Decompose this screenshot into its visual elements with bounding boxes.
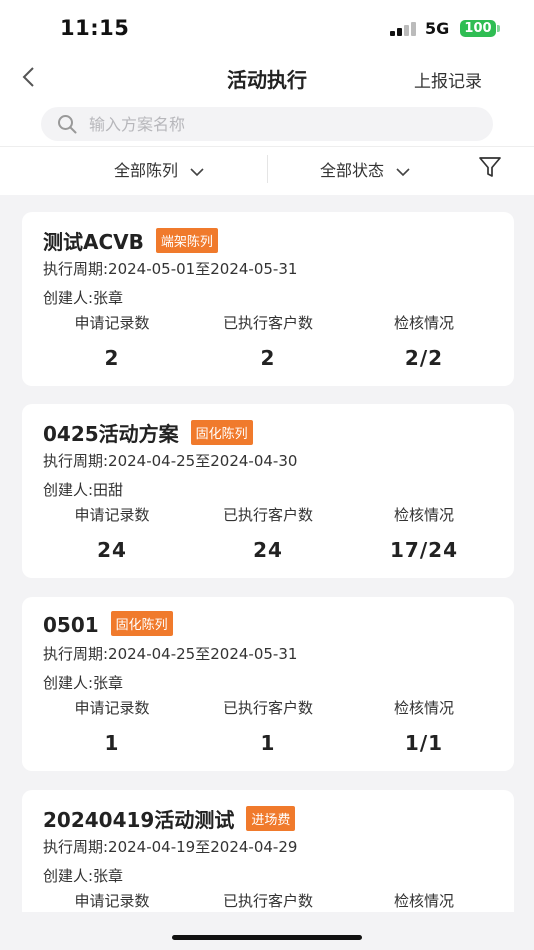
plan-card[interactable]: 测试ACVB 端架陈列 执行周期:2024-05-01至2024-05-31 创建…	[22, 212, 514, 386]
stat-customers: 已执行客户数 2	[188, 312, 348, 370]
plan-creator: 创建人:张章	[43, 867, 124, 885]
stat-customers-label: 已执行客户数	[222, 314, 313, 332]
report-records-link[interactable]: 上报记录	[414, 67, 482, 92]
search-icon	[58, 115, 77, 134]
plan-type-tag: 固化陈列	[110, 611, 173, 636]
plan-title-text: 测试ACVB	[43, 230, 144, 254]
stat-check-value: 17/24	[390, 538, 458, 562]
plan-title: 测试ACVB 端架陈列	[43, 226, 218, 255]
status-filter-label: 全部状态	[320, 161, 385, 180]
stat-records: 申请记录数	[32, 890, 192, 912]
nav-bar: 活动执行 上报记录	[0, 56, 534, 100]
stat-customers-value: 24	[253, 538, 283, 562]
search-input[interactable]	[89, 107, 479, 141]
stat-records-label: 申请记录数	[74, 506, 150, 524]
plan-type-tag: 进场费	[246, 806, 296, 831]
stat-check: 检核情况 2/2	[344, 312, 504, 370]
stat-customers-label: 已执行客户数	[222, 699, 313, 717]
plan-title: 20240419活动测试 进场费	[43, 804, 296, 833]
plan-creator: 创建人:张章	[43, 674, 124, 692]
stat-check-value: 2/2	[404, 346, 444, 370]
search-bar[interactable]	[41, 107, 493, 141]
network-label: 5G	[425, 19, 450, 38]
status-bar: 11:15 5G 100	[0, 0, 534, 56]
stat-records-value: 2	[104, 346, 120, 370]
filter-separator	[267, 155, 268, 183]
stat-customers: 已执行客户数 24	[188, 504, 348, 562]
plan-title-text: 0425活动方案	[43, 422, 179, 446]
plan-title-text: 0501	[43, 613, 99, 637]
plan-creator: 创建人:张章	[43, 289, 124, 307]
plan-type-tag: 固化陈列	[190, 420, 253, 445]
stat-customers: 已执行客户数	[188, 890, 348, 912]
stat-customers-label: 已执行客户数	[222, 506, 313, 524]
stat-records-label: 申请记录数	[74, 699, 150, 717]
plan-card[interactable]: 20240419活动测试 进场费 执行周期:2024-04-19至2024-04-…	[22, 790, 514, 912]
stat-check: 检核情况 1/1	[344, 697, 504, 755]
plan-card[interactable]: 0501 固化陈列 执行周期:2024-04-25至2024-05-31 创建人:…	[22, 597, 514, 771]
status-filter-dropdown[interactable]: 全部状态	[320, 157, 410, 181]
display-filter-label: 全部陈列	[114, 161, 179, 180]
stat-records-value: 24	[97, 538, 127, 562]
signal-icon	[390, 22, 418, 36]
stat-check-label: 检核情况	[393, 699, 454, 717]
home-indicator[interactable]	[172, 935, 362, 940]
plan-type-tag: 端架陈列	[155, 228, 218, 253]
chevron-down-icon	[190, 167, 204, 176]
battery-cap	[497, 25, 500, 32]
stat-check-label: 检核情况	[393, 314, 454, 332]
plan-title-text: 20240419活动测试	[43, 808, 235, 832]
stat-records-label: 申请记录数	[74, 892, 150, 910]
filter-icon[interactable]	[478, 155, 502, 179]
stat-customers-value: 2	[260, 346, 276, 370]
display-filter-dropdown[interactable]: 全部陈列	[114, 157, 204, 181]
plan-card[interactable]: 0425活动方案 固化陈列 执行周期:2024-04-25至2024-04-30 …	[22, 404, 514, 578]
stat-customers: 已执行客户数 1	[188, 697, 348, 755]
stat-check: 检核情况	[344, 890, 504, 912]
stat-records-label: 申请记录数	[74, 314, 150, 332]
stat-records: 申请记录数 2	[32, 312, 192, 370]
stat-check-label: 检核情况	[393, 506, 454, 524]
stat-customers-value: 1	[260, 731, 276, 755]
plan-title: 0425活动方案 固化陈列	[43, 418, 253, 447]
plan-title: 0501 固化陈列	[43, 611, 173, 637]
stat-check-label: 检核情况	[393, 892, 454, 910]
plan-period: 执行周期:2024-05-01至2024-05-31	[43, 260, 298, 278]
plan-period: 执行周期:2024-04-25至2024-04-30	[43, 452, 298, 470]
filter-bar: 全部陈列 全部状态	[0, 147, 534, 193]
plan-period: 执行周期:2024-04-19至2024-04-29	[43, 838, 298, 856]
battery-icon: 100	[460, 20, 496, 37]
status-time: 11:15	[60, 16, 130, 40]
stat-customers-label: 已执行客户数	[222, 892, 313, 910]
stat-records: 申请记录数 24	[32, 504, 192, 562]
stat-check: 检核情况 17/24	[344, 504, 504, 562]
plan-creator: 创建人:田甜	[43, 481, 124, 499]
stat-records-value: 1	[104, 731, 120, 755]
chevron-down-icon	[396, 167, 410, 176]
plan-period: 执行周期:2024-04-25至2024-05-31	[43, 645, 298, 663]
stat-check-value: 1/1	[404, 731, 444, 755]
stat-records: 申请记录数 1	[32, 697, 192, 755]
